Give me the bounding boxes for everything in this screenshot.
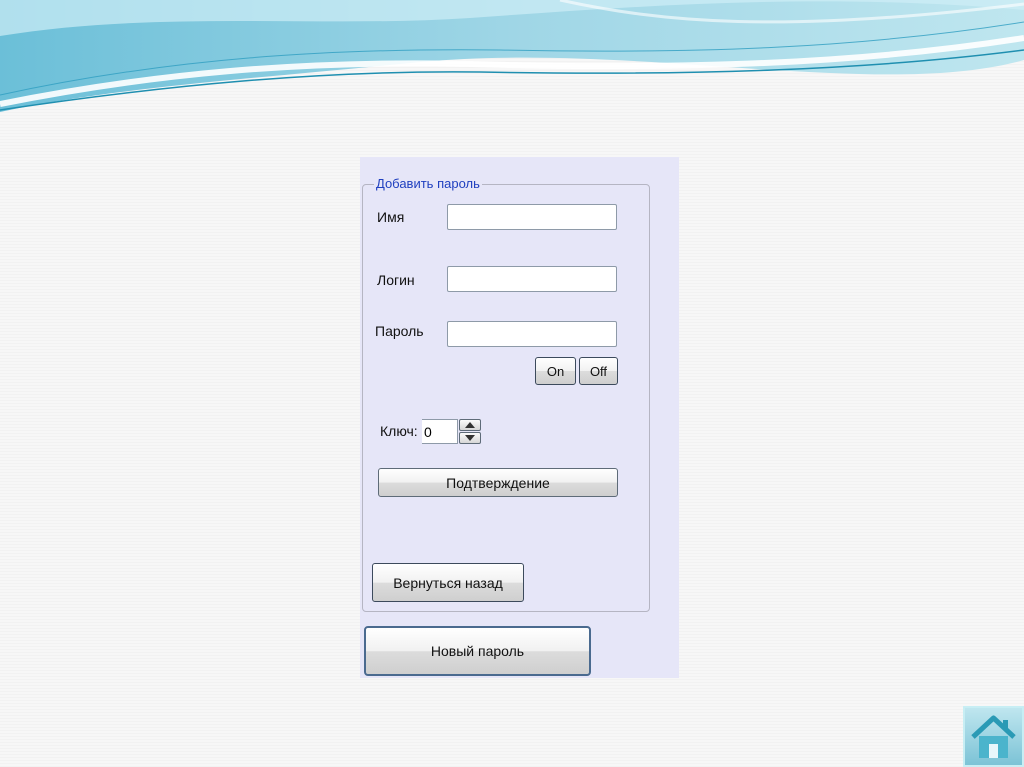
key-stepper-input[interactable] xyxy=(422,419,458,444)
confirm-button[interactable]: Подтверждение xyxy=(378,468,618,497)
groupbox-title: Добавить пароль xyxy=(374,176,482,192)
add-password-groupbox xyxy=(362,184,650,612)
password-label: Пароль xyxy=(375,323,424,339)
back-button[interactable]: Вернуться назад xyxy=(372,563,524,602)
home-icon xyxy=(971,715,1016,758)
off-button[interactable]: Off xyxy=(579,357,618,385)
on-button[interactable]: On xyxy=(535,357,576,385)
name-label: Имя xyxy=(377,209,405,225)
spin-up-icon xyxy=(465,422,475,428)
password-form-panel: Добавить пароль Имя Логин Пароль On Off … xyxy=(360,157,679,678)
name-input[interactable] xyxy=(447,204,617,230)
key-label: Ключ: xyxy=(380,423,418,439)
login-label: Логин xyxy=(377,272,415,288)
spin-down-icon xyxy=(465,435,475,441)
home-button[interactable] xyxy=(963,706,1024,767)
password-input[interactable] xyxy=(447,321,617,347)
spin-down-button[interactable] xyxy=(459,432,481,444)
spin-up-button[interactable] xyxy=(459,419,481,431)
header-wave-decoration xyxy=(0,0,1024,112)
login-input[interactable] xyxy=(447,266,617,292)
new-password-button[interactable]: Новый пароль xyxy=(364,626,591,676)
